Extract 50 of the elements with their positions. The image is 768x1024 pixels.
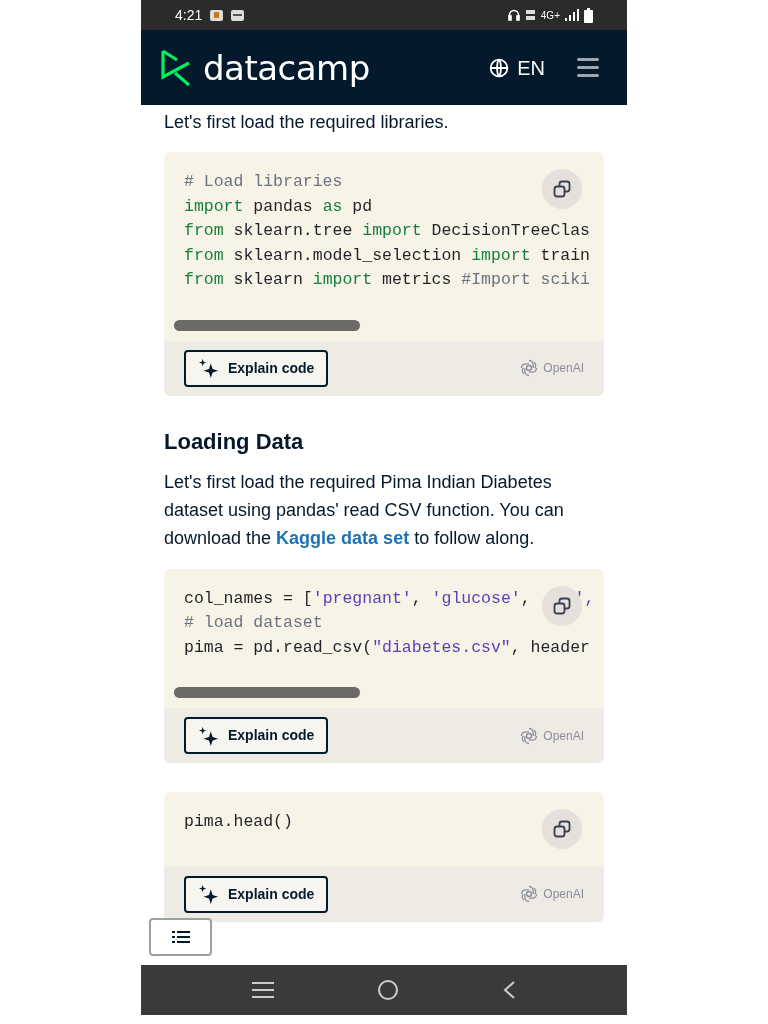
code-line: from sklearn.tree import DecisionTreeClas [184, 220, 590, 242]
sparkle-icon [198, 884, 220, 904]
openai-label: OpenAI [543, 727, 584, 745]
sparkle-icon [198, 358, 220, 378]
code-line: from sklearn.model_selection import train [184, 244, 590, 267]
logo-wordmark: datacamp [203, 50, 370, 85]
back-icon[interactable] [501, 980, 516, 1000]
code-line: pima = pd.read_csv("diabetes.csv", header [184, 636, 590, 659]
explain-code-button[interactable]: Explain code [184, 875, 329, 913]
openai-logo-icon [519, 884, 540, 904]
table-of-contents-button[interactable] [149, 918, 212, 956]
scrollbar[interactable] [174, 319, 360, 331]
kaggle-link[interactable]: Kaggle data set [276, 527, 410, 548]
code-line: # Load libraries [184, 171, 343, 193]
code-line: pima.head() [184, 811, 293, 833]
scrollbar[interactable] [174, 687, 360, 698]
section-heading: Loading Data [164, 427, 305, 456]
code-line: # load dataset [184, 612, 323, 634]
battery-icon [584, 7, 593, 23]
home-icon[interactable] [377, 979, 399, 1001]
app-notification-icon [210, 9, 224, 21]
code-line: import pandas as pd [184, 195, 373, 218]
code-line: from sklearn import metrics #Import sciki [184, 269, 590, 291]
app-notification-icon [231, 9, 245, 21]
copy-button[interactable] [542, 809, 582, 849]
signal-icon [565, 9, 579, 21]
explain-code-button[interactable]: Explain code [184, 717, 329, 754]
copy-button[interactable] [542, 169, 582, 209]
copy-icon [552, 819, 572, 839]
openai-logo-icon [519, 725, 540, 746]
paragraph: Let's first load the required Pima Indian Diabetes dataset using pandas' read CSV function. You can download the Kaggle data set to follow along. [164, 470, 565, 550]
logo-icon [161, 48, 191, 87]
openai-logo-icon [519, 358, 540, 378]
network-type: 4G+ [540, 8, 560, 23]
explain-code-button[interactable]: Explain code [184, 349, 329, 387]
code-line: col_names = ['pregnant', 'glucose', [184, 587, 531, 610]
language-button[interactable]: EN [489, 52, 545, 83]
sparkle-icon [198, 725, 220, 746]
headphones-icon [507, 9, 520, 21]
copy-icon [552, 595, 572, 616]
openai-label: OpenAI [543, 360, 584, 377]
copy-icon [552, 179, 572, 199]
menu-button[interactable] [577, 58, 599, 77]
recent-apps-icon[interactable] [252, 982, 275, 998]
status-time: 4:21 [175, 5, 203, 25]
globe-icon [489, 57, 510, 78]
code-fragment: ', [574, 587, 595, 610]
paragraph: Let's first load the required libraries. [164, 111, 450, 134]
list-icon [171, 930, 190, 944]
openai-label: OpenAI [543, 886, 584, 903]
